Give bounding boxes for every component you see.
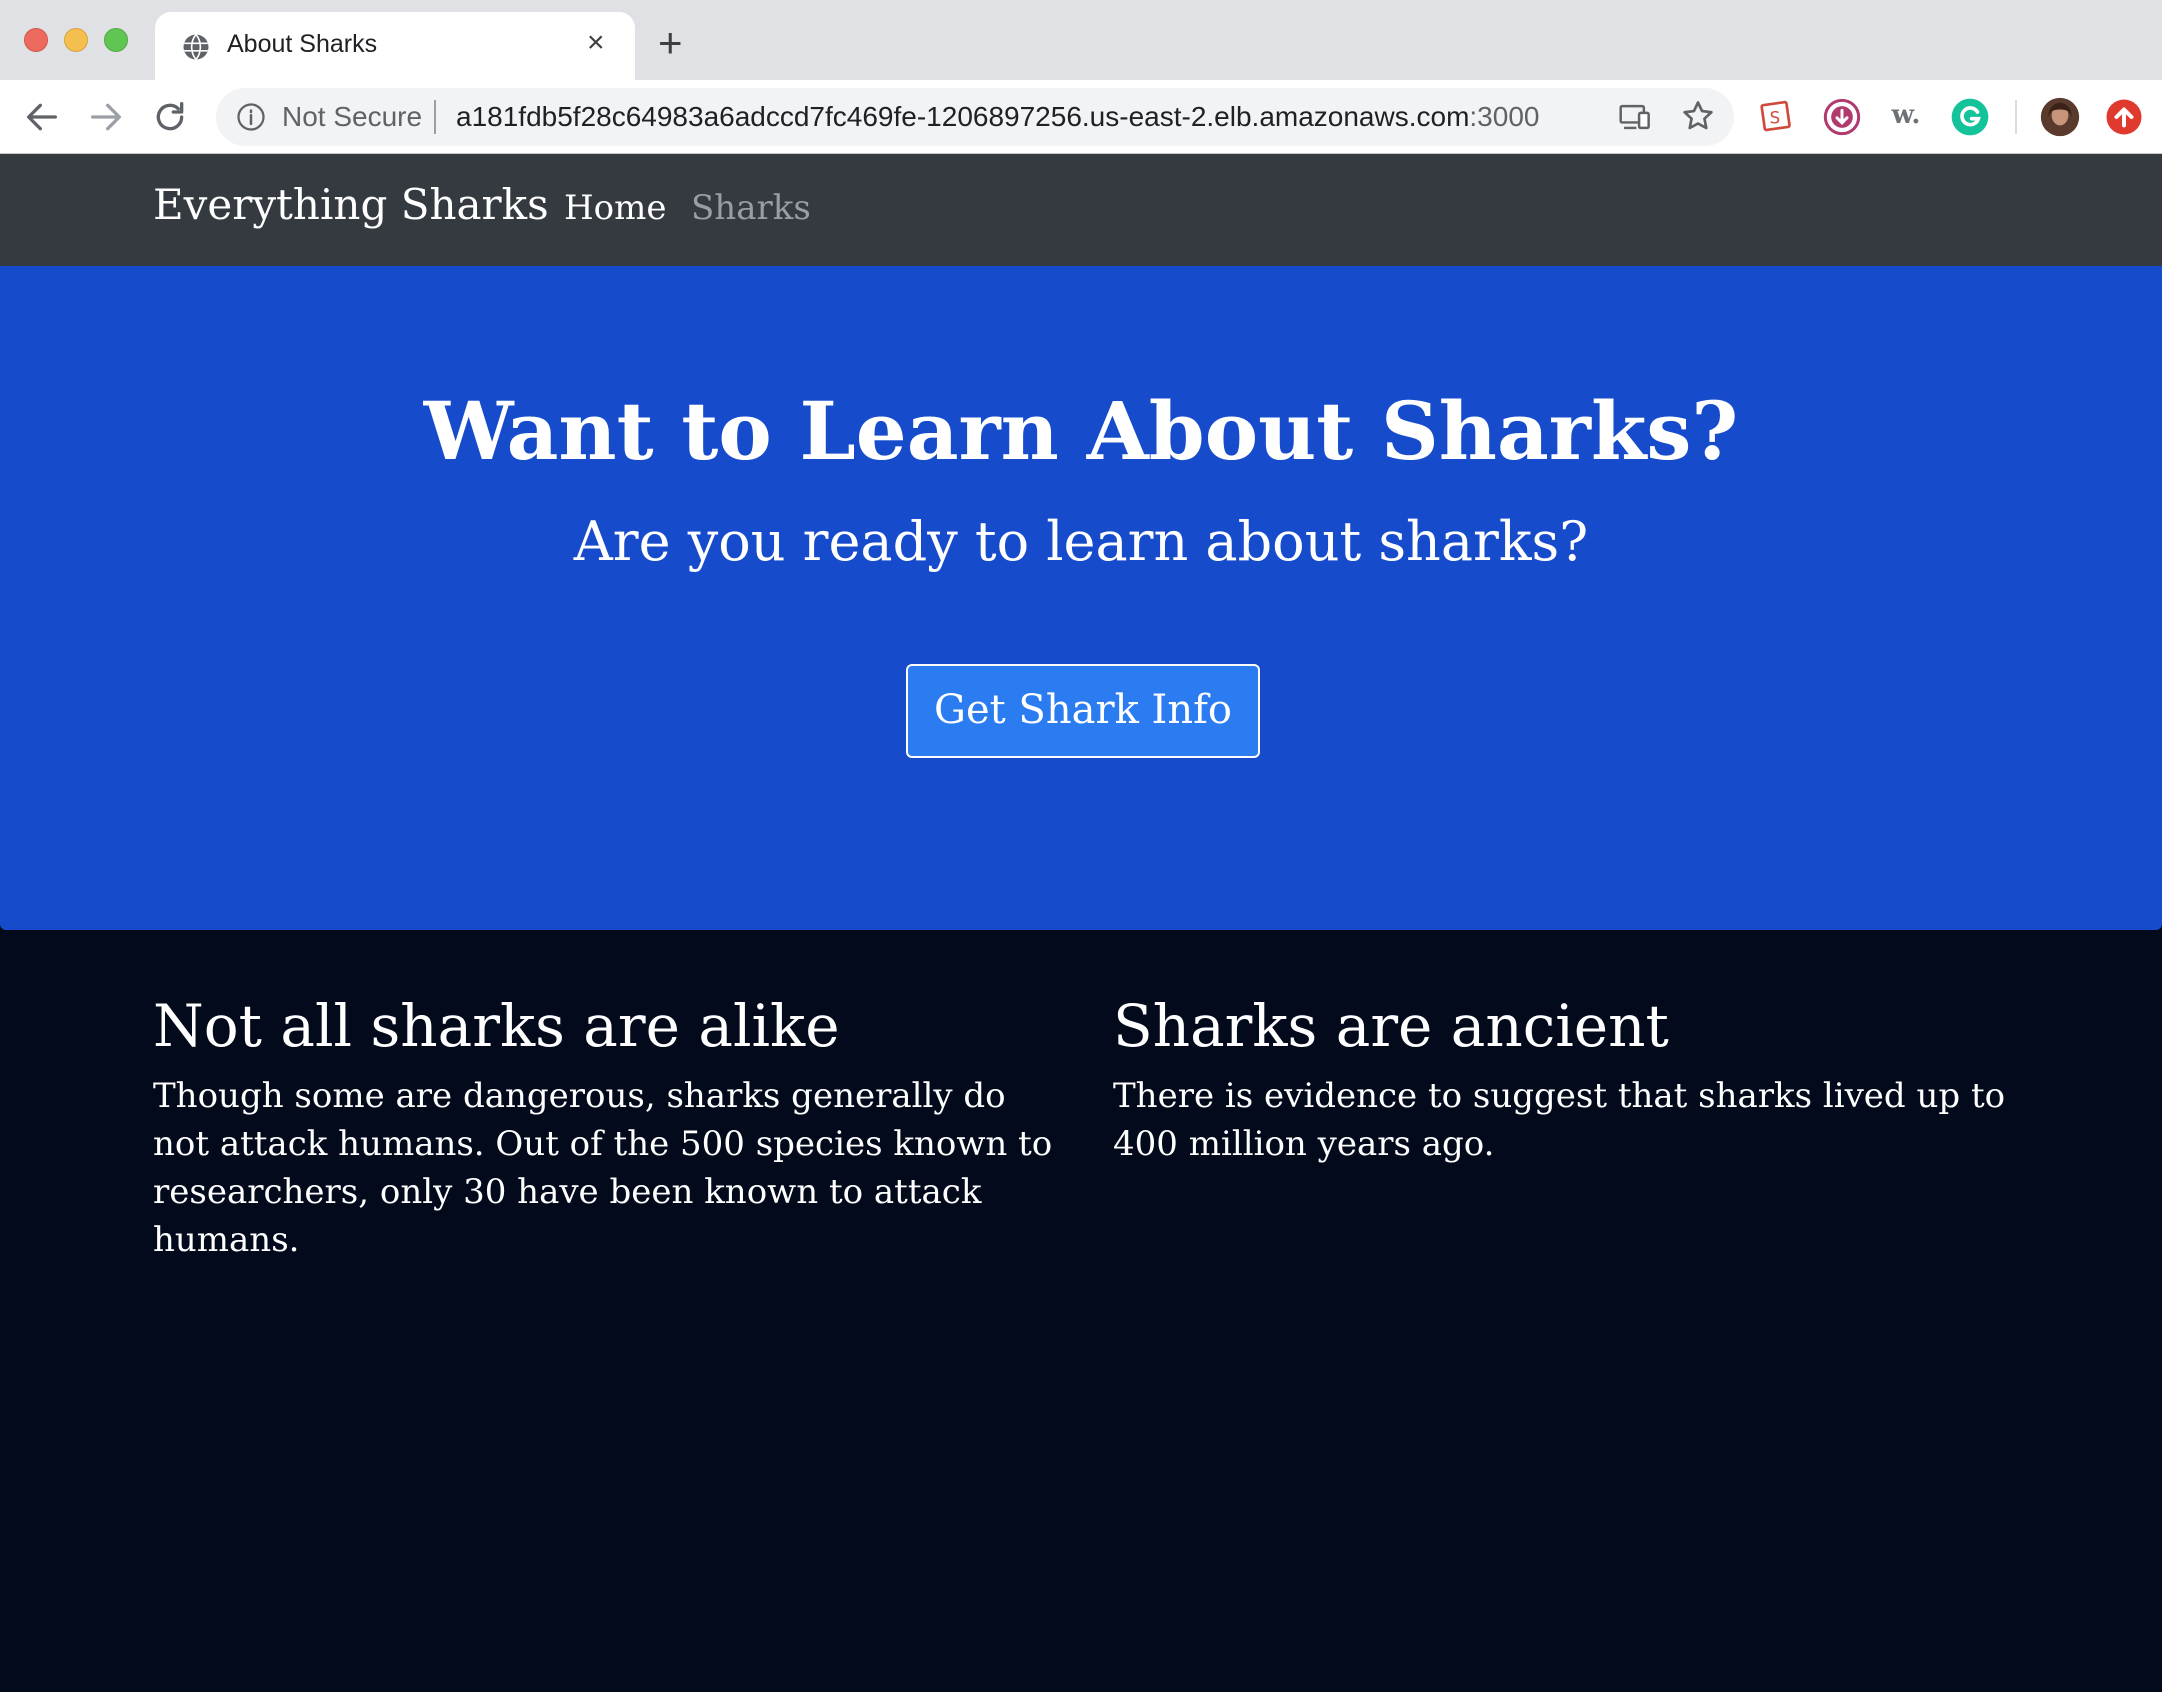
get-shark-info-button[interactable]: Get Shark Info — [906, 664, 1260, 758]
url-text[interactable]: a181fdb5f28c64983a6adccd7fc469fe-1206897… — [456, 101, 1539, 133]
site-navbar: Everything Sharks Home Sharks — [0, 154, 2162, 266]
update-icon[interactable] — [2104, 97, 2144, 137]
info-column-left: Not all sharks are alike Though some are… — [153, 990, 1053, 1264]
nav-link-sharks[interactable]: Sharks — [691, 188, 811, 228]
nav-link-home[interactable]: Home — [564, 188, 666, 228]
bookmark-star-icon[interactable] — [1680, 98, 1716, 134]
section-heading-ancient: Sharks are ancient — [1113, 992, 1669, 1060]
section-heading-alike: Not all sharks are alike — [153, 992, 840, 1060]
svg-text:S: S — [1770, 109, 1781, 128]
back-arrow-icon[interactable] — [22, 97, 62, 137]
hero-title: Want to Learn About Sharks? — [423, 384, 1739, 478]
new-tab-button[interactable]: + — [658, 22, 683, 64]
close-window-button[interactable] — [24, 28, 48, 52]
hero-lead: Are you ready to learn about sharks? — [573, 510, 1589, 573]
reload-icon[interactable] — [150, 97, 190, 137]
browser-tabstrip: About Sharks × + — [0, 0, 2162, 80]
address-bar[interactable]: Not Secure a181fdb5f28c64983a6adccd7fc46… — [216, 88, 1734, 146]
brand-link[interactable]: Everything Sharks — [153, 180, 549, 229]
browser-toolbar: Not Secure a181fdb5f28c64983a6adccd7fc46… — [0, 80, 2162, 154]
profile-avatar[interactable] — [2040, 97, 2080, 137]
install-app-icon[interactable] — [1618, 102, 1652, 132]
info-icon[interactable] — [236, 102, 266, 132]
download-extension-icon[interactable] — [1822, 97, 1862, 137]
tab-title: About Sharks — [227, 30, 378, 58]
minimize-window-button[interactable] — [64, 28, 88, 52]
grammarly-icon[interactable] — [1950, 97, 1990, 137]
toolbar-divider — [2015, 100, 2017, 134]
browser-tab-active[interactable]: About Sharks × — [155, 12, 635, 80]
forward-arrow-icon[interactable] — [86, 97, 126, 137]
url-port: :3000 — [1469, 101, 1540, 132]
section-text-alike: Though some are dangerous, sharks genera… — [153, 1076, 1053, 1260]
tab-close-icon[interactable]: × — [587, 26, 605, 60]
slides-extension-icon[interactable]: S — [1758, 97, 1798, 137]
address-separator — [434, 100, 436, 134]
url-host: a181fdb5f28c64983a6adccd7fc469fe-1206897… — [456, 101, 1470, 132]
w-extension-icon[interactable]: w. — [1886, 97, 1926, 137]
section-text-ancient: There is evidence to suggest that sharks… — [1113, 1076, 2006, 1164]
maximize-window-button[interactable] — [104, 28, 128, 52]
info-column-right: Sharks are ancient There is evidence to … — [1113, 990, 2013, 1168]
hero-jumbotron: Want to Learn About Sharks? Are you read… — [0, 266, 2162, 930]
not-secure-label[interactable]: Not Secure — [282, 101, 422, 133]
globe-icon — [183, 33, 209, 61]
